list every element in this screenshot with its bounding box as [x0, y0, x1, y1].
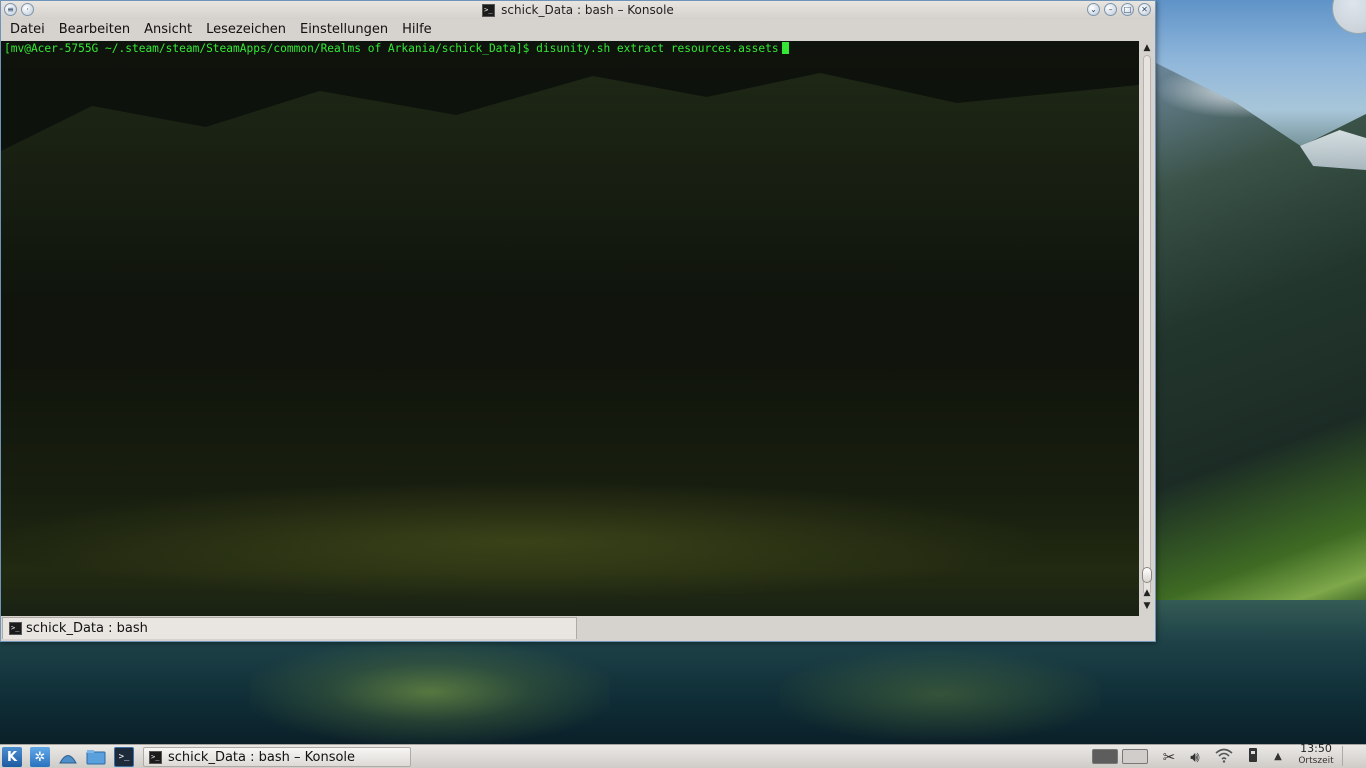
- terminal-area[interactable]: [mv@Acer-5755G ~/.steam/steam/SteamApps/…: [1, 41, 1139, 616]
- menubar: Datei Bearbeiten Ansicht Lesezeichen Ein…: [1, 19, 1155, 41]
- minimize-icon[interactable]: –: [1104, 3, 1117, 16]
- menu-icon[interactable]: ≡: [4, 3, 17, 16]
- maximize-icon[interactable]: □: [1121, 3, 1134, 16]
- pin-icon[interactable]: ·: [21, 3, 34, 16]
- wallpaper-lake-reflection-2: [780, 650, 1100, 740]
- terminal-icon: >_: [9, 622, 22, 635]
- shell-prompt: [mv@Acer-5755G ~/.steam/steam/SteamApps/…: [4, 42, 537, 55]
- terminal-scrollbar[interactable]: ▲ ▲ ▼: [1139, 41, 1155, 616]
- wifi-icon[interactable]: [1214, 747, 1234, 767]
- menu-bearbeiten[interactable]: Bearbeiten: [52, 19, 137, 41]
- window-title: schick_Data : bash – Konsole: [501, 3, 674, 17]
- terminal-launcher-icon[interactable]: >_: [114, 747, 134, 767]
- home-icon[interactable]: [58, 747, 78, 767]
- scroll-up-icon[interactable]: ▲: [1142, 42, 1152, 54]
- settings-icon[interactable]: ✲: [30, 747, 50, 767]
- clock-timezone: Ortszeit: [1298, 756, 1334, 766]
- kde-menu-icon[interactable]: K: [2, 747, 22, 767]
- close-icon[interactable]: ✕: [1138, 3, 1151, 16]
- tab-bar: >_ schick_Data : bash: [1, 616, 1155, 641]
- scroll-down-icon[interactable]: ▼: [1142, 600, 1152, 612]
- terminal-icon: >_: [149, 750, 162, 764]
- tray-expand-icon[interactable]: ▲: [1268, 747, 1288, 767]
- terminal-background-ridge: [1, 73, 1139, 361]
- shell-command: disunity.sh extract resources.assets: [536, 42, 779, 55]
- menu-ansicht[interactable]: Ansicht: [137, 19, 199, 41]
- clipboard-scissors-icon[interactable]: ✂: [1159, 747, 1179, 767]
- tab-label: schick_Data : bash: [26, 621, 148, 636]
- wallpaper-lake-reflection: [250, 640, 610, 744]
- text-cursor: [781, 42, 789, 54]
- keep-above-icon[interactable]: ⌄: [1087, 3, 1100, 16]
- pager-desktop-2[interactable]: [1122, 749, 1148, 764]
- tray-separator: [1342, 746, 1343, 766]
- menu-lesezeichen[interactable]: Lesezeichen: [199, 19, 293, 41]
- menu-hilfe[interactable]: Hilfe: [395, 19, 439, 41]
- konsole-window: ≡ · >_ schick_Data : bash – Konsole ⌄ – …: [0, 0, 1156, 642]
- task-label: schick_Data : bash – Konsole: [168, 749, 356, 765]
- tab-schick-data-bash[interactable]: >_ schick_Data : bash: [2, 617, 577, 639]
- menu-datei[interactable]: Datei: [3, 19, 52, 41]
- clock-time[interactable]: 13:50: [1298, 742, 1334, 755]
- terminal-icon: >_: [482, 3, 496, 17]
- taskbar-task-konsole[interactable]: >_ schick_Data : bash – Konsole: [143, 747, 411, 767]
- device-notifier-icon[interactable]: [1243, 747, 1263, 767]
- volume-icon[interactable]: 🔊︎: [1185, 747, 1205, 767]
- window-titlebar[interactable]: ≡ · >_ schick_Data : bash – Konsole ⌄ – …: [1, 1, 1155, 19]
- menu-einstellungen[interactable]: Einstellungen: [293, 19, 395, 41]
- scroll-up-icon-lower[interactable]: ▲: [1142, 587, 1152, 599]
- file-manager-icon[interactable]: [86, 747, 106, 767]
- taskbar: K ✲ >_ >_ schick_Data : bash – Konsole ✂…: [0, 744, 1366, 768]
- scrollbar-track[interactable]: [1143, 55, 1151, 595]
- scrollbar-handle[interactable]: [1142, 567, 1152, 583]
- pager-desktop-1[interactable]: [1092, 749, 1118, 764]
- terminal-line: [mv@Acer-5755G ~/.steam/steam/SteamApps/…: [1, 41, 1139, 55]
- terminal-background-shore: [1, 481, 1139, 601]
